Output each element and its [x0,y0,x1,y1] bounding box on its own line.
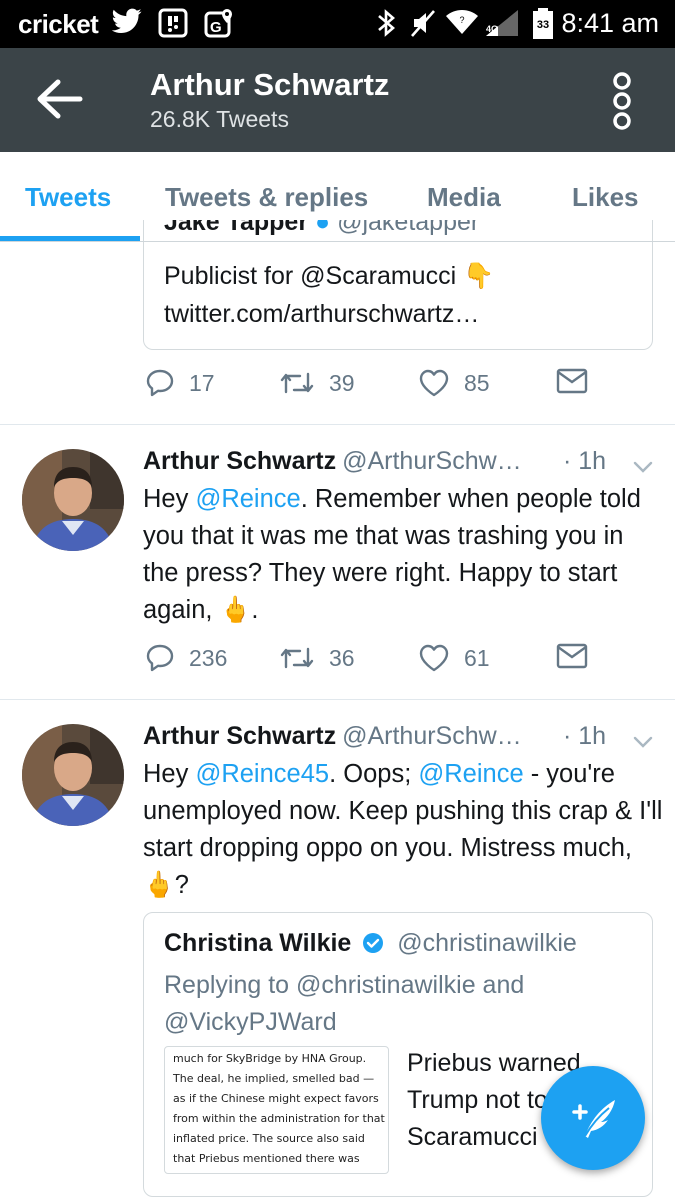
tweet-text: Hey @Reince. Remember when people told y… [143,485,641,624]
profile-name: Arthur Schwartz [150,67,390,102]
tweet-text: Hey @Reince45. Oops; @Reince - you're un… [143,760,663,899]
quoted-tweet-text: Publicist for @Scaramucci 👇 [164,262,495,290]
author-name[interactable]: Arthur Schwartz [143,722,336,750]
heart-icon [419,644,449,672]
reply-button[interactable]: 17 [145,368,215,398]
bluetooth-icon [376,8,398,38]
tab-tweets[interactable]: Tweets [25,182,111,213]
compose-feather-icon [572,1100,615,1138]
svg-text:?: ? [459,15,464,25]
heart-icon [419,369,449,397]
active-tab-indicator [0,236,140,241]
retweet-count: 39 [329,369,355,396]
tweet-header: Arthur Schwartz @ArthurSchw… [143,722,522,751]
status-bar: cricket G ? 4G 33 8:41 am [0,0,675,48]
mention-link[interactable]: @Reince [418,760,523,788]
tweet-divider [0,699,675,700]
tab-media[interactable]: Media [427,182,501,213]
reply-icon [146,644,174,672]
profile-header: Arthur Schwartz 26.8K Tweets [0,48,675,152]
retweet-button[interactable]: 39 [279,368,355,398]
battery-icon: 33 [532,8,554,40]
replying-to: Replying to @christinawilkie and @VickyP… [164,971,525,1036]
tweet-actions: 236 36 61 [143,643,603,683]
like-count: 61 [464,644,490,671]
twitter-icon [112,8,142,34]
tabs-divider [0,241,675,242]
chevron-down-icon[interactable] [633,735,653,748]
tweet-timestamp: · 1h [563,722,607,750]
quoted-tweet-link[interactable]: twitter.com/arthurschwartz… [164,300,479,329]
tweet-divider [0,424,675,425]
battery-level: 33 [537,19,549,31]
svg-text:4G: 4G [486,24,498,34]
author-handle[interactable]: @ArthurSchw… [342,722,522,750]
retweet-button[interactable]: 36 [279,643,355,673]
dm-button[interactable] [556,643,588,669]
reply-button[interactable]: 236 [145,643,227,673]
back-arrow-icon[interactable] [34,78,86,120]
verified-badge-icon [363,933,384,953]
dm-button[interactable] [556,368,588,394]
retweet-count: 36 [329,644,355,671]
image-text: much for SkyBridge by HNA Group. The dea… [173,1052,385,1173]
retweet-icon [280,647,314,669]
wifi-icon: ? [444,8,480,38]
chevron-down-icon[interactable] [633,460,653,473]
carrier-label: cricket [18,9,99,39]
mention-link[interactable]: @Reince45 [195,760,329,788]
author-handle[interactable]: @ArthurSchw… [342,447,522,475]
tweet-header: Arthur Schwartz @ArthurSchw… [143,447,522,476]
reply-icon [146,369,174,397]
reply-count: 236 [189,644,228,671]
avatar[interactable] [22,724,124,826]
quoted-tweet-card[interactable]: Jake Tapper ● @jaketapper Publicist for … [143,220,653,350]
tweet-timestamp: · 1h [563,447,607,475]
tab-tweets-replies[interactable]: Tweets & replies [165,182,368,213]
tweet-actions: 17 39 85 [143,368,603,408]
like-count: 85 [464,369,490,396]
envelope-icon [556,643,588,669]
mute-icon [410,8,436,38]
retweet-icon [280,372,314,394]
avatar[interactable] [22,449,124,551]
sim-icon [158,8,188,38]
mention-link[interactable]: @Reince [195,485,300,513]
quoted-tweet-author: Jake Tapper ● @jaketapper [164,220,480,236]
maps-icon: G [204,8,234,38]
like-button[interactable]: 61 [418,643,490,673]
clock: 8:41 am [561,8,659,38]
reply-count: 17 [189,369,215,396]
author-name[interactable]: Arthur Schwartz [143,447,336,475]
compose-tweet-button[interactable] [541,1066,645,1170]
tab-likes[interactable]: Likes [572,182,639,213]
like-button[interactable]: 85 [418,368,490,398]
quoted-tweet-image[interactable]: much for SkyBridge by HNA Group. The dea… [164,1046,389,1174]
envelope-icon [556,368,588,394]
quoted-tweet-author: Christina Wilkie @christinawilkie [164,929,577,957]
more-options-icon[interactable] [610,72,634,130]
svg-text:G: G [210,19,222,36]
signal-icon: 4G [484,8,520,38]
tweet-count: 26.8K Tweets [150,106,289,132]
